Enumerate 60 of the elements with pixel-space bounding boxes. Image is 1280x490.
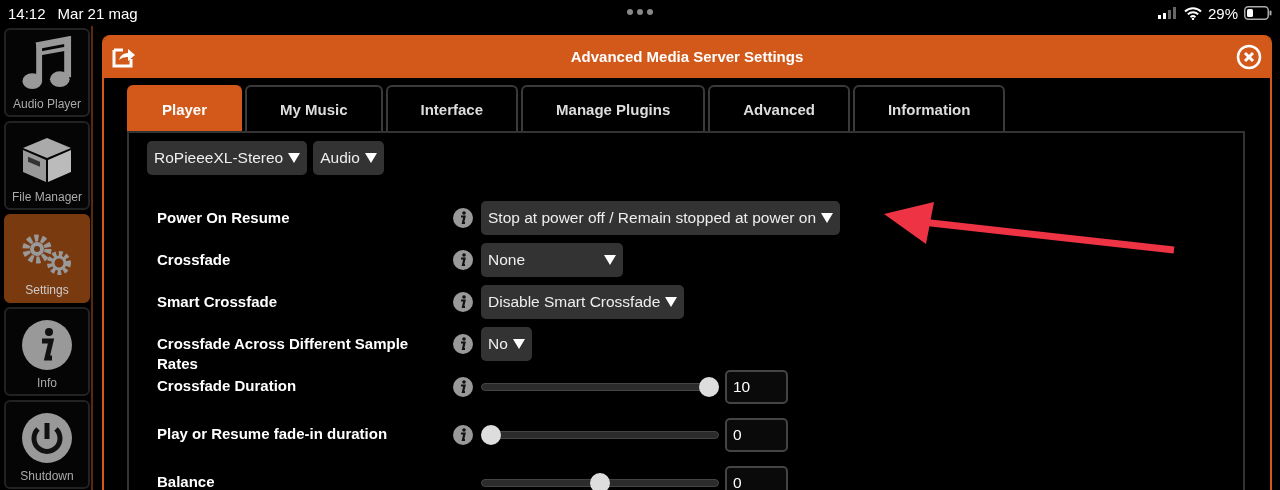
power-icon xyxy=(22,413,72,463)
info-icon[interactable] xyxy=(453,425,473,445)
dropdown[interactable]: No xyxy=(481,327,532,361)
date-text: Mar 21 mag xyxy=(57,4,138,22)
wifi-icon xyxy=(1183,6,1202,20)
setting-label: Balance xyxy=(157,472,216,490)
slider-thumb[interactable] xyxy=(699,377,719,397)
tab[interactable]: My Music xyxy=(245,85,383,131)
dropdown[interactable]: None xyxy=(481,243,623,277)
caret-icon xyxy=(604,255,616,265)
sidebar-item[interactable]: Settings xyxy=(4,214,90,303)
sidebar-item[interactable]: File Manager xyxy=(4,121,90,210)
signal-icon xyxy=(1157,7,1178,19)
sidebar-item[interactable]: Info xyxy=(4,307,90,396)
info-icon[interactable] xyxy=(453,250,473,270)
caret-icon xyxy=(364,153,377,163)
caret-icon xyxy=(512,339,525,349)
dropdown[interactable]: Disable Smart Crossfade xyxy=(481,285,685,319)
info-icon[interactable] xyxy=(453,334,473,354)
number-field[interactable]: 0 xyxy=(725,418,788,452)
battery-percent: 29% xyxy=(1207,4,1238,22)
close-icon[interactable] xyxy=(1236,44,1262,70)
slider[interactable] xyxy=(481,425,719,445)
number-field[interactable]: 10 xyxy=(725,370,788,404)
tab[interactable]: Advanced xyxy=(708,85,850,131)
sidebar-item[interactable]: Audio Player xyxy=(4,28,90,117)
caret-icon xyxy=(288,153,301,163)
more-dots-icon[interactable] xyxy=(627,9,653,15)
slider[interactable] xyxy=(481,473,719,490)
slider-thumb[interactable] xyxy=(590,473,610,490)
info-icon[interactable] xyxy=(453,292,473,312)
number-field[interactable]: 0 xyxy=(725,466,788,490)
caret-icon xyxy=(821,213,833,223)
setting-label: Crossfade xyxy=(157,250,232,270)
tab[interactable]: Manage Plugins xyxy=(521,85,706,131)
info-icon xyxy=(22,320,72,370)
setting-label: Power On Resume xyxy=(157,208,291,228)
clock-time: 14:12 xyxy=(8,4,46,22)
tab[interactable]: Interface xyxy=(385,85,519,131)
info-icon[interactable] xyxy=(453,208,473,228)
window-title: Advanced Media Server Settings xyxy=(570,48,804,65)
setting-label: Play or Resume fade-in duration xyxy=(157,424,389,444)
music-note-icon xyxy=(22,36,72,91)
dropdown[interactable]: Audio xyxy=(313,141,384,175)
caret-icon xyxy=(665,297,678,307)
dropdown[interactable]: Stop at power off / Remain stopped at power on xyxy=(481,201,840,235)
setting-label: Smart Crossfade xyxy=(157,292,279,312)
sidebar-item[interactable]: Shutdown xyxy=(4,400,90,489)
tab[interactable]: Information xyxy=(852,85,1006,131)
setting-label: Crossfade Across Different Sample Rates xyxy=(157,334,410,374)
gears-icon xyxy=(21,233,73,277)
popout-icon[interactable] xyxy=(112,46,136,68)
info-icon[interactable] xyxy=(453,377,473,397)
tab[interactable]: Player xyxy=(127,85,242,131)
dropdown[interactable]: RoPieeeXL-Stereo xyxy=(147,141,308,175)
battery-icon xyxy=(1244,6,1272,20)
setting-label: Crossfade Duration xyxy=(157,376,298,396)
slider-thumb[interactable] xyxy=(481,425,501,445)
box-icon xyxy=(21,136,73,184)
slider[interactable] xyxy=(481,377,719,397)
